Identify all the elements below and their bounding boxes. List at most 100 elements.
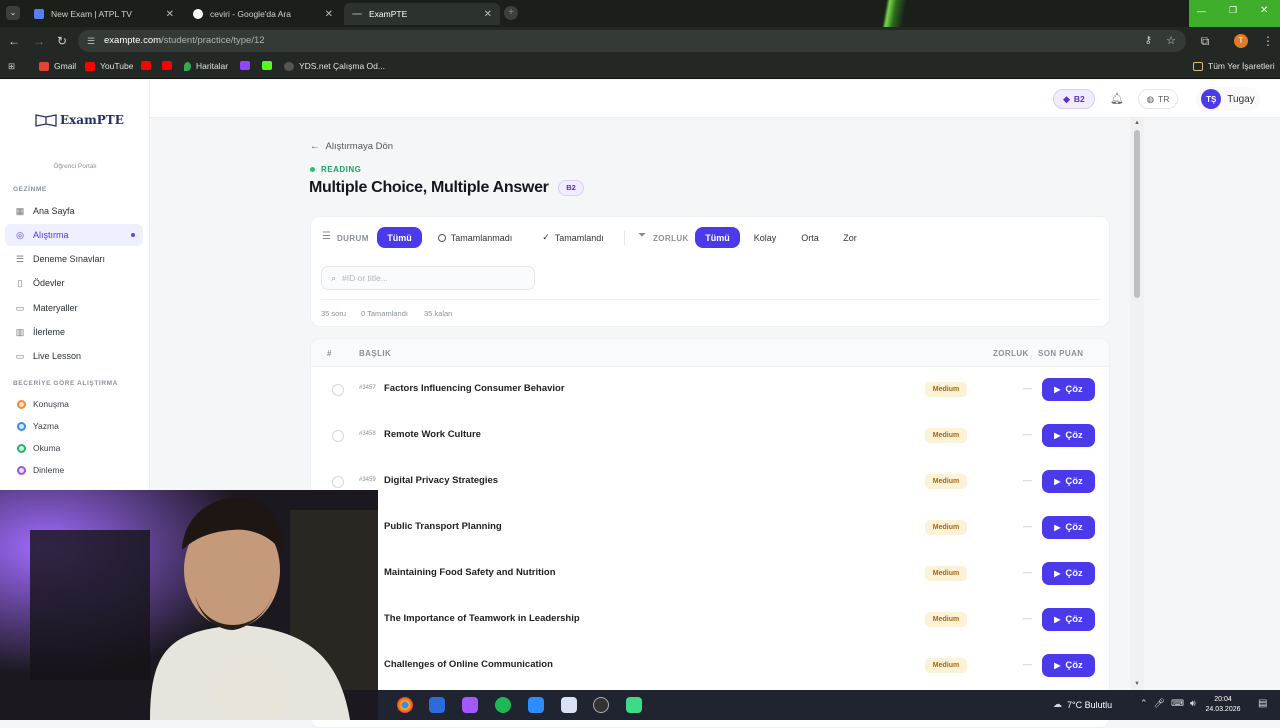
bookmark-yds[interactable]: YDS.net Çalışma Od... bbox=[284, 61, 385, 71]
question-title[interactable]: Maintaining Food Safety and Nutrition bbox=[384, 567, 556, 578]
sidebar-item-home[interactable]: ▦ Ana Sayfa bbox=[5, 200, 143, 222]
page-scrollbar[interactable]: ▲ ▼ bbox=[1130, 118, 1144, 690]
stat-total: 35 soru bbox=[321, 309, 347, 318]
minimize-icon[interactable]: — bbox=[1197, 6, 1206, 16]
bookmark-star-icon[interactable]: ☆ bbox=[1166, 30, 1176, 52]
logo[interactable]: ExamPTE bbox=[35, 113, 124, 127]
difficulty-badge: Medium bbox=[925, 382, 967, 397]
reload-icon[interactable]: ↻ bbox=[54, 33, 70, 49]
table-row[interactable]: #3458 Remote Work Culture Medium — ▶ Çöz bbox=[311, 413, 1109, 459]
chrome-icon[interactable] bbox=[397, 697, 413, 713]
table-row[interactable]: #3459 Digital Privacy Strategies Medium — ▶ Ç… bbox=[311, 459, 1109, 505]
url-field[interactable]: ☰ exampte.com/student/practice/type/12 ⚷… bbox=[78, 30, 1186, 52]
tab-search-icon[interactable]: ⌄ bbox=[6, 6, 20, 20]
skill-writing[interactable]: Yazma bbox=[17, 421, 59, 431]
difficulty-medium-chip[interactable]: Orta bbox=[792, 227, 828, 248]
user-menu[interactable]: TŞ Tugay bbox=[1196, 87, 1260, 111]
sidebar-item-practice[interactable]: ◎ Alıştırma bbox=[5, 224, 143, 246]
status-all-chip[interactable]: Tümü bbox=[377, 227, 422, 248]
bookmark-maps[interactable]: Haritalar bbox=[184, 61, 228, 71]
question-title[interactable]: The Importance of Teamwork in Leadership bbox=[384, 613, 580, 624]
table-row[interactable]: #3457 Factors Influencing Consumer Behavi… bbox=[311, 367, 1109, 413]
app-icon[interactable] bbox=[561, 697, 577, 713]
graduation-cap-icon: ◆ bbox=[1063, 93, 1070, 104]
table-row[interactable]: Challenges of Online Communication Medium… bbox=[311, 643, 1109, 689]
figma-icon[interactable] bbox=[462, 697, 478, 713]
new-tab-button[interactable]: + bbox=[504, 6, 518, 20]
difficulty-hard-chip[interactable]: Zor bbox=[834, 227, 866, 248]
sidebar-item-label: Materyaller bbox=[33, 303, 78, 313]
skill-speaking[interactable]: Konuşma bbox=[17, 399, 69, 409]
spotify-icon[interactable] bbox=[495, 697, 511, 713]
tab-atpl[interactable]: New Exam | ATPL TV ✕ bbox=[26, 3, 182, 25]
sidebar-item-live-lesson[interactable]: ▭ Live Lesson bbox=[5, 345, 143, 367]
bookmark-youtube-2[interactable] bbox=[141, 61, 156, 70]
status-complete-chip[interactable]: ✓ Tamamlandı bbox=[533, 227, 613, 248]
sidebar-item-mock-exams[interactable]: ☰ Deneme Sınavları bbox=[5, 248, 143, 270]
language-switch[interactable]: ◍ TR bbox=[1138, 89, 1178, 109]
scroll-thumb[interactable] bbox=[1134, 130, 1140, 298]
question-title[interactable]: Challenges of Online Communication bbox=[384, 659, 553, 670]
solve-button[interactable]: ▶ Çöz bbox=[1042, 562, 1095, 585]
extensions-icon[interactable]: ⧉ bbox=[1197, 33, 1213, 49]
android-app-icon[interactable] bbox=[626, 697, 642, 713]
difficulty-all-chip[interactable]: Tümü bbox=[695, 227, 740, 248]
back-link[interactable]: ← Alıştırmaya Dön bbox=[310, 141, 393, 152]
solve-button[interactable]: ▶ Çöz bbox=[1042, 470, 1095, 493]
game-app-icon[interactable] bbox=[429, 697, 445, 713]
tab-google[interactable]: ceviri - Google'da Ara ✕ bbox=[185, 3, 341, 25]
question-title[interactable]: Factors Influencing Consumer Behavior bbox=[384, 383, 565, 394]
solve-button[interactable]: ▶ Çöz bbox=[1042, 424, 1095, 447]
status-incomplete-chip[interactable]: Tamamlanmadı bbox=[429, 227, 521, 248]
tab-favicon-icon bbox=[352, 13, 362, 15]
difficulty-easy-chip[interactable]: Kolay bbox=[745, 227, 785, 248]
table-row[interactable]: Public Transport Planning Medium — ▶ Çöz bbox=[311, 505, 1109, 551]
bell-icon[interactable]: 🔔︎ bbox=[1110, 92, 1124, 105]
password-key-icon[interactable]: ⚷ bbox=[1145, 30, 1152, 52]
table-row[interactable]: The Importance of Teamwork in Leadership… bbox=[311, 597, 1109, 643]
tab-exampte[interactable]: ExamPTE ✕ bbox=[344, 3, 500, 25]
all-bookmarks[interactable]: Tüm Yer İşaretleri bbox=[1193, 61, 1275, 71]
notification-icon[interactable]: ▤ bbox=[1258, 698, 1267, 709]
solve-button[interactable]: ▶ Çöz bbox=[1042, 654, 1095, 677]
close-icon[interactable]: ✕ bbox=[166, 9, 174, 20]
bookmark-gmail[interactable]: Gmail bbox=[39, 61, 76, 71]
bookmark-kick[interactable] bbox=[262, 61, 277, 70]
close-window-icon[interactable]: ✕ bbox=[1260, 5, 1268, 16]
weather-widget[interactable]: ☁ 7°C Bulutlu bbox=[1053, 699, 1112, 710]
menu-kebab-icon[interactable]: ⋮ bbox=[1260, 33, 1276, 49]
skill-reading[interactable]: Okuma bbox=[17, 443, 60, 453]
col-num: # bbox=[327, 349, 332, 358]
maximize-icon[interactable]: ❐ bbox=[1229, 5, 1237, 16]
solve-button[interactable]: ▶ Çöz bbox=[1042, 378, 1095, 401]
bookmark-youtube-3[interactable] bbox=[162, 61, 177, 70]
solve-label: Çöz bbox=[1065, 660, 1083, 671]
question-title[interactable]: Public Transport Planning bbox=[384, 521, 502, 532]
bookmark-twitch[interactable] bbox=[240, 61, 255, 70]
question-title[interactable]: Remote Work Culture bbox=[384, 429, 481, 440]
solve-button[interactable]: ▶ Çöz bbox=[1042, 608, 1095, 631]
scroll-down-icon[interactable]: ▼ bbox=[1134, 681, 1140, 687]
search-input[interactable]: ⌕ #ID or title... bbox=[321, 266, 535, 290]
table-row[interactable]: Maintaining Food Safety and Nutrition Med… bbox=[311, 551, 1109, 597]
obs-icon[interactable] bbox=[593, 697, 609, 713]
question-title[interactable]: Digital Privacy Strategies bbox=[384, 475, 498, 486]
bookmark-youtube[interactable]: YouTube bbox=[85, 61, 133, 71]
sidebar-item-progress[interactable]: ▥ İlerleme bbox=[5, 321, 143, 343]
sidebar-item-materials[interactable]: ▭ Materyaller bbox=[5, 297, 143, 319]
forward-icon[interactable]: → bbox=[31, 33, 47, 49]
sidebar-item-assignments[interactable]: ▯ Ödevler bbox=[5, 272, 143, 294]
solve-button[interactable]: ▶ Çöz bbox=[1042, 516, 1095, 539]
skill-listening[interactable]: Dinleme bbox=[17, 465, 64, 475]
back-icon[interactable]: ← bbox=[6, 33, 22, 49]
profile-avatar[interactable]: T bbox=[1234, 34, 1248, 48]
close-icon[interactable]: ✕ bbox=[484, 9, 492, 20]
level-badge[interactable]: ◆ B2 bbox=[1053, 89, 1095, 109]
site-info-icon[interactable]: ☰ bbox=[87, 30, 95, 52]
zoom-icon[interactable] bbox=[528, 697, 544, 713]
clock[interactable]: 20:04 24.03.2026 bbox=[1198, 695, 1248, 715]
close-icon[interactable]: ✕ bbox=[325, 9, 333, 20]
tray-icons[interactable]: ⌃🎤︎⌨🔊︎ bbox=[1140, 698, 1202, 709]
apps-grid-icon[interactable]: ⊞ bbox=[8, 61, 15, 72]
scroll-up-icon[interactable]: ▲ bbox=[1134, 120, 1140, 126]
